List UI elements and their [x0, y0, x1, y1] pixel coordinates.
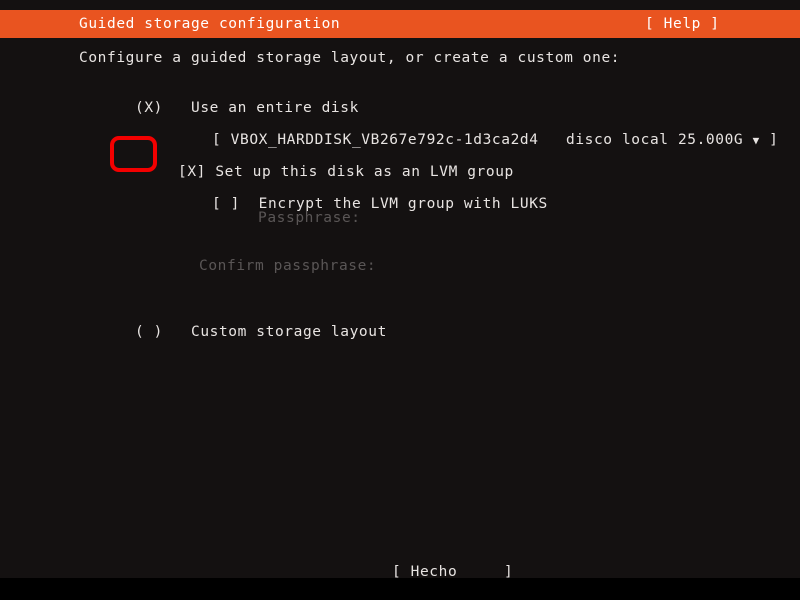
letterbox-strip — [0, 578, 800, 600]
installer-screen: Guided storage configuration [ Help ] Co… — [0, 0, 800, 600]
radio-custom-storage-layout-marker: ( ) — [134, 324, 163, 340]
confirm-passphrase-label: Confirm passphrase: — [199, 258, 377, 274]
chevron-down-icon[interactable]: ▼ — [753, 134, 760, 147]
radio-custom-storage-layout-label: Custom storage layout — [190, 324, 387, 340]
disk-selector-size: disco local 25.000G — [565, 132, 744, 148]
radio-custom-storage-layout[interactable]: ( ) Custom storage layout — [79, 305, 387, 359]
passphrase-label: Passphrase: — [258, 210, 361, 226]
prompt-text: Configure a guided storage layout, or cr… — [79, 50, 621, 66]
console-area: Guided storage configuration [ Help ] Co… — [0, 0, 800, 596]
page-title: Guided storage configuration — [79, 16, 341, 32]
disk-selector-size-group[interactable]: disco local 25.000G ▼ ] — [510, 113, 779, 168]
disk-selector-close-bracket: ] — [769, 132, 779, 148]
help-button[interactable]: [ Help ] — [645, 15, 720, 33]
luks-checkbox-marker[interactable]: [ ] — [212, 196, 240, 212]
titlebar: Guided storage configuration [ Help ] — [0, 10, 800, 38]
